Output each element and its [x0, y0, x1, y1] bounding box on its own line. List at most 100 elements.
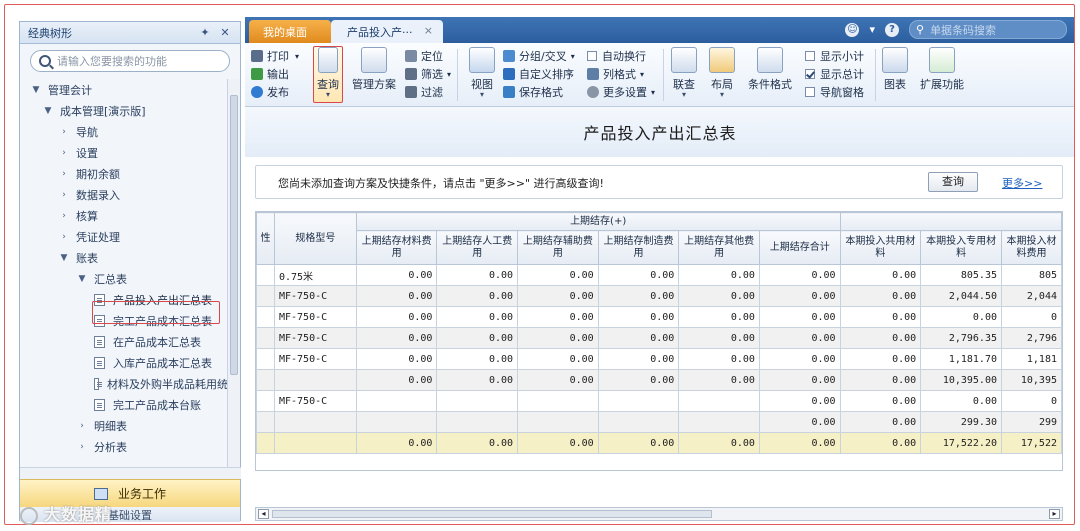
value-cell[interactable]: 0.00 [758, 306, 841, 328]
value-cell[interactable] [597, 390, 680, 412]
scroll-thumb[interactable] [230, 95, 238, 375]
sidebar-search-input[interactable]: 请输入您要搜索的功能 [30, 50, 230, 72]
value-cell[interactable]: 2,044 [1001, 285, 1062, 307]
link-query-button[interactable]: 联查 ▾ [669, 47, 699, 99]
chevron-right-icon[interactable]: › [58, 127, 70, 137]
tree-node[interactable]: ▼ 成本管理[演示版] [20, 100, 228, 121]
value-cell[interactable] [517, 411, 599, 433]
value-cell[interactable]: 0.00 [436, 306, 519, 328]
value-cell[interactable]: 0.00 [597, 369, 680, 391]
dropdown-arrow-icon[interactable]: ▾ [869, 23, 875, 36]
spec-cell[interactable] [273, 411, 357, 433]
value-cell[interactable]: 0.00 [758, 369, 841, 391]
chevron-down-icon[interactable]: ▼ [30, 85, 42, 95]
value-cell[interactable]: 0.00 [597, 432, 680, 454]
table-row[interactable]: MF-750-C 0.00 0.00 0.00 0 [256, 390, 1062, 412]
col-header[interactable]: 上期结存制造费用 [597, 230, 680, 265]
table-cell[interactable] [256, 369, 275, 391]
value-cell[interactable]: 299 [1001, 411, 1062, 433]
value-cell[interactable]: 299.30 [920, 411, 1002, 433]
col-header[interactable]: 上期结存辅助费用 [517, 230, 599, 265]
table-cell[interactable] [256, 390, 275, 412]
publish-button[interactable]: 发布 [251, 84, 289, 100]
spec-cell[interactable] [273, 369, 357, 391]
value-cell[interactable]: 0.00 [597, 306, 680, 328]
table-cell[interactable] [256, 264, 275, 286]
value-cell[interactable] [355, 390, 438, 412]
chevron-right-icon[interactable]: › [58, 169, 70, 179]
col-header[interactable]: 上期结存材料费用 [355, 230, 438, 265]
auto-wrap-check[interactable] [587, 51, 597, 61]
value-cell[interactable]: 0.00 [839, 411, 922, 433]
value-cell[interactable]: 0.00 [678, 264, 760, 286]
value-cell[interactable]: 0.00 [758, 432, 841, 454]
manage-plan-button[interactable]: 管理方案 [349, 47, 399, 92]
value-cell[interactable]: 0.00 [678, 369, 760, 391]
value-cell[interactable]: 0.00 [355, 348, 438, 370]
table-row[interactable]: 0.75米 0.00 0.00 0.00 0.00 0.00 0.00 0.00 805.35 8… [256, 264, 1062, 286]
value-cell[interactable] [597, 411, 680, 433]
spec-cell[interactable]: 0.75米 [273, 264, 357, 286]
custom-sort-button[interactable]: 自定义排序 [503, 66, 574, 82]
nav-pane-checkbox[interactable]: 导航窗格 [805, 84, 864, 100]
more-link[interactable]: 更多>> [1002, 175, 1042, 191]
tree-node[interactable]: › 数据录入 [20, 184, 228, 205]
sidebar-horizontal-scrollbar[interactable] [20, 467, 241, 479]
value-cell[interactable]: 0.00 [839, 369, 922, 391]
tree-node[interactable]: › 期初余额 [20, 163, 228, 184]
auto-wrap-checkbox[interactable]: 自动换行 [587, 48, 646, 64]
pin-icon[interactable]: ✦ [198, 26, 212, 39]
value-cell[interactable]: 0.00 [517, 369, 599, 391]
col-header[interactable]: 上期结存人工费用 [436, 230, 519, 265]
hint-query-button[interactable]: 查询 [928, 172, 978, 192]
value-cell[interactable]: 0.00 [920, 306, 1002, 328]
table-cell[interactable] [256, 411, 275, 433]
value-cell[interactable]: 0.00 [678, 348, 760, 370]
col-header[interactable]: 上期结存其他费用 [678, 230, 760, 265]
value-cell[interactable]: 17,522.20 [920, 432, 1002, 454]
spec-cell[interactable]: MF-750-C [273, 348, 357, 370]
value-cell[interactable]: 0.00 [597, 327, 680, 349]
column-format-button[interactable]: 列格式 ▾ [587, 66, 644, 82]
tree-report-item[interactable]: 材料及外购半成品耗用统 [20, 373, 228, 394]
value-cell[interactable]: 0.00 [678, 285, 760, 307]
value-cell[interactable]: 0.00 [355, 369, 438, 391]
value-cell[interactable]: 0.00 [597, 264, 680, 286]
tree-node[interactable]: › 导航 [20, 121, 228, 142]
table-cell[interactable] [256, 285, 275, 307]
value-cell[interactable]: 0.00 [920, 390, 1002, 412]
value-cell[interactable]: 0.00 [839, 285, 922, 307]
chevron-right-icon[interactable]: › [76, 421, 88, 431]
value-cell[interactable]: 0.00 [436, 348, 519, 370]
table-row[interactable]: MF-750-C 0.00 0.00 0.00 0.00 0.00 0.00 0.00 1,18… [256, 348, 1062, 370]
barcode-search-input[interactable]: ⚲ 单据条码搜索 [909, 20, 1067, 39]
value-cell[interactable]: 0.00 [436, 327, 519, 349]
value-cell[interactable]: 805 [1001, 264, 1062, 286]
tree-node[interactable]: ▼ 账表 [20, 247, 228, 268]
tree-node[interactable]: › 核算 [20, 205, 228, 226]
spec-cell[interactable]: MF-750-C [273, 306, 357, 328]
value-cell[interactable]: 0.00 [758, 285, 841, 307]
export-button[interactable]: 输出 [251, 66, 289, 82]
tree-node[interactable]: ▼ 汇总表 [20, 268, 228, 289]
value-cell[interactable]: 0.00 [517, 432, 599, 454]
tree-node[interactable]: ▼ 管理会计 [20, 79, 228, 100]
chevron-down-icon[interactable]: ▼ [42, 106, 54, 116]
locate-button[interactable]: 定位 [405, 48, 443, 64]
value-cell[interactable]: 10,395.00 [920, 369, 1002, 391]
filter2-button[interactable]: 过滤 [405, 84, 443, 100]
value-cell[interactable] [355, 411, 438, 433]
value-cell[interactable]: 2,796.35 [920, 327, 1002, 349]
tab-close-icon[interactable]: × [424, 24, 433, 37]
table-cell[interactable] [256, 348, 275, 370]
tree-node[interactable]: › 凭证处理 [20, 226, 228, 247]
value-cell[interactable]: 0.00 [839, 432, 922, 454]
value-cell[interactable]: 0.00 [517, 327, 599, 349]
value-cell[interactable]: 0.00 [758, 348, 841, 370]
grid-horizontal-scrollbar[interactable]: ◂ ▸ [255, 507, 1063, 521]
value-cell[interactable]: 0.00 [839, 327, 922, 349]
grid-scroll-thumb[interactable] [272, 510, 712, 518]
chevron-right-icon[interactable]: › [76, 442, 88, 452]
tree-node[interactable]: › 分析表 [20, 436, 228, 457]
value-cell[interactable]: 0.00 [355, 306, 438, 328]
